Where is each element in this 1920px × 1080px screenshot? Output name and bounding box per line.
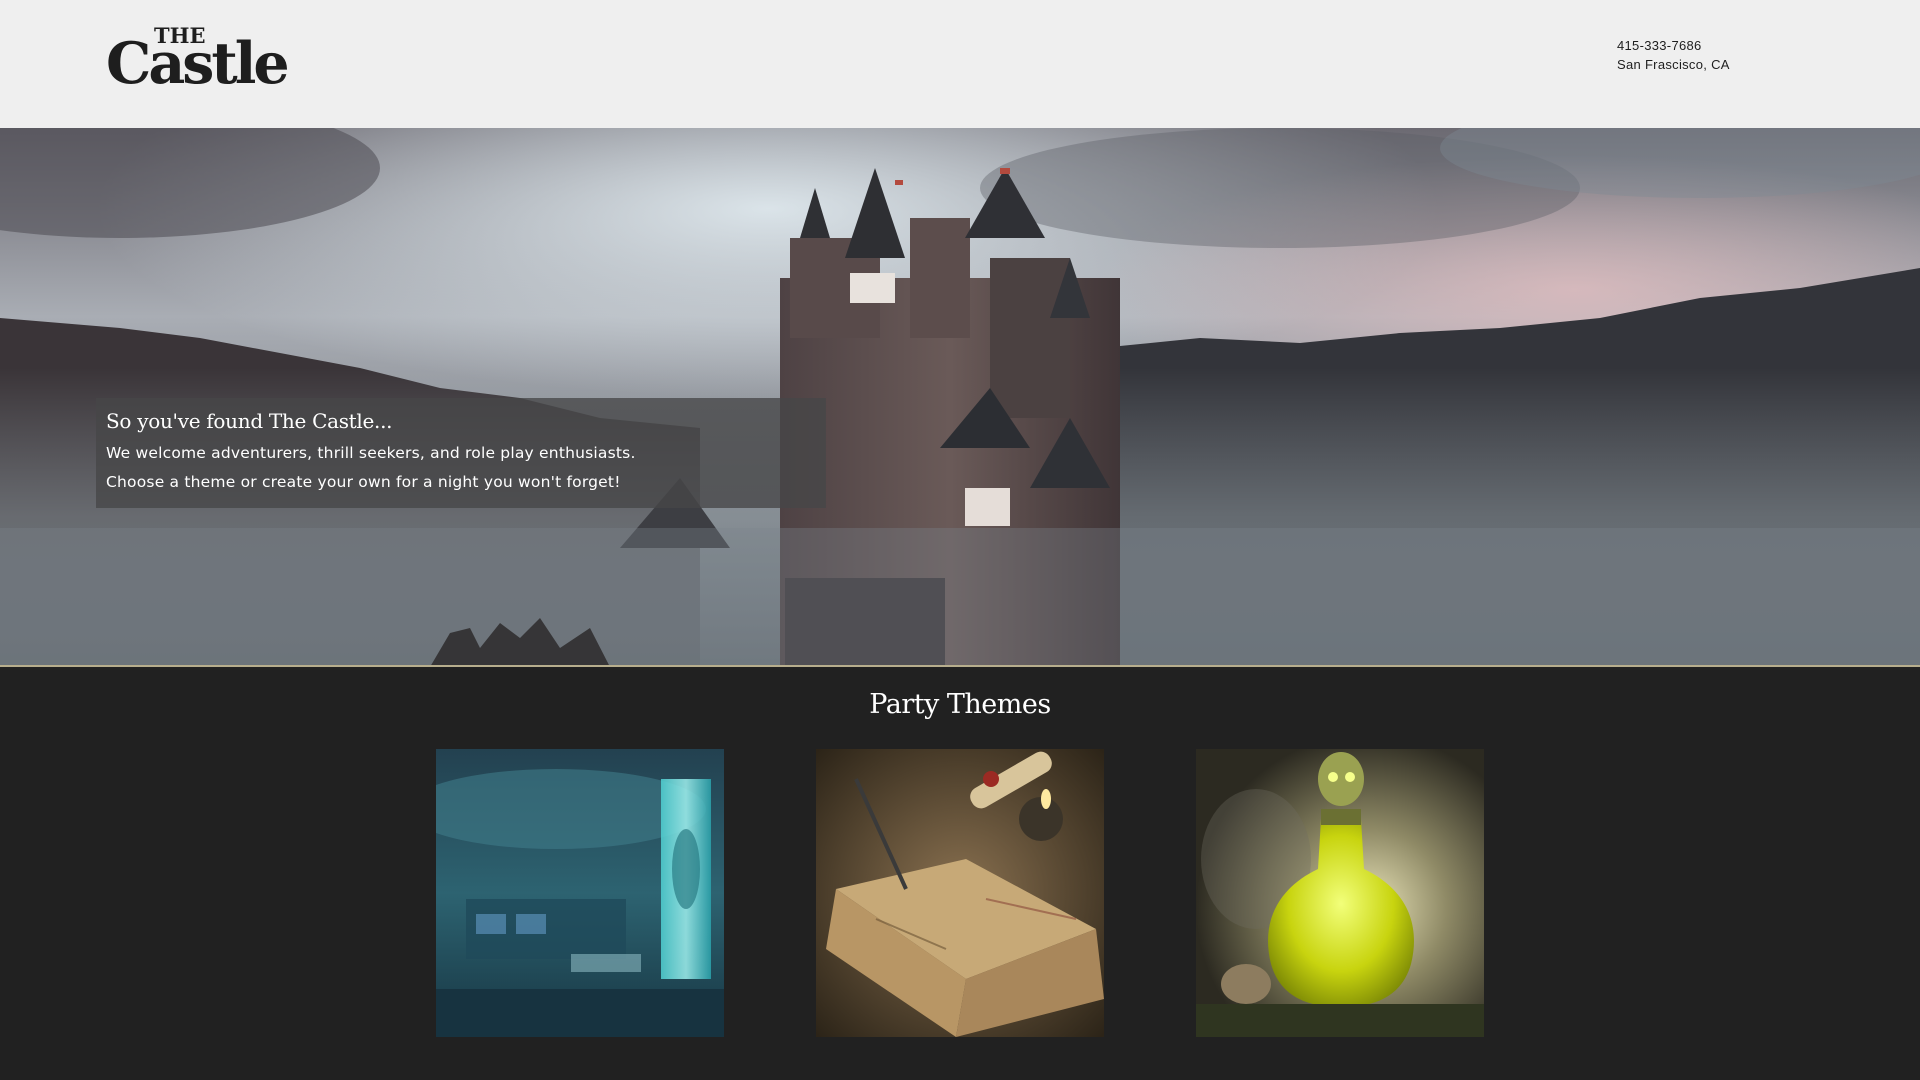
location-text: San Frascisco, CA [1617, 57, 1730, 72]
skull-potion-image [1196, 749, 1484, 1037]
ancient-scroll-book-image [816, 749, 1104, 1037]
hero-cta-text: Choose a theme or create your own for a … [106, 473, 621, 491]
underwater-lab-image [436, 749, 724, 1037]
logo-main-word: Castle [106, 30, 290, 97]
hero-intro-card: So you've found The Castle... We welcome… [96, 398, 826, 508]
theme-card-ancient-scroll[interactable] [816, 749, 1104, 1037]
contact-info: 415-333-7686 San Frascisco, CA [1617, 36, 1730, 74]
site-header: THE Castle 415-333-7686 San Frascisco, C… [0, 0, 1920, 128]
hero-banner: So you've found The Castle... We welcome… [0, 128, 1920, 667]
theme-card-underwater-lab[interactable] [436, 749, 724, 1037]
section-heading: Party Themes [869, 689, 1051, 720]
phone-number[interactable]: 415-333-7686 [1617, 36, 1730, 55]
party-themes-section: Party Themes [0, 669, 1920, 1080]
theme-card-skull-potion[interactable] [1196, 749, 1484, 1037]
hero-title: So you've found The Castle... [106, 409, 393, 433]
site-logo[interactable]: THE Castle [106, 24, 290, 96]
hero-welcome-text: We welcome adventurers, thrill seekers, … [106, 444, 636, 462]
